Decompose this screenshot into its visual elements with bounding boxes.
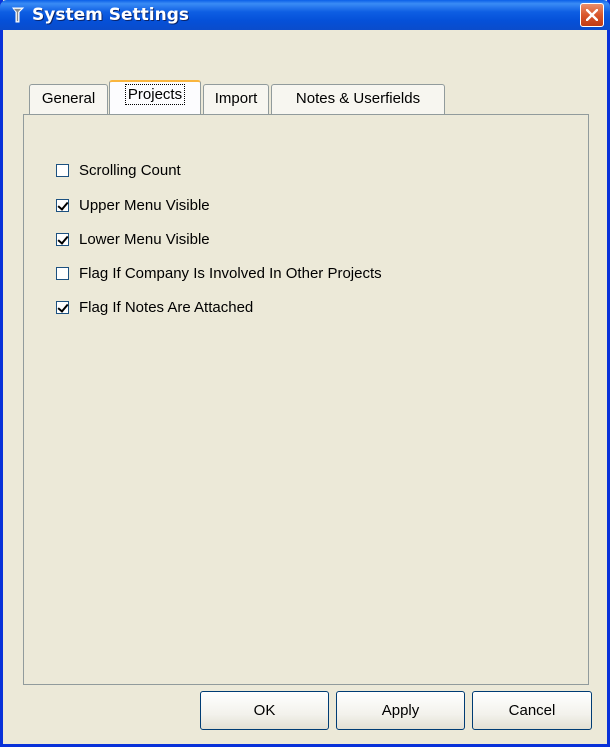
ok-button[interactable]: OK — [200, 691, 329, 730]
close-button[interactable] — [580, 3, 604, 27]
upper-menu-visible-checkbox[interactable]: Upper Menu Visible — [56, 195, 210, 215]
checkbox-label: Flag If Company Is Involved In Other Pro… — [79, 264, 382, 282]
tab-import-label: Import — [214, 90, 258, 107]
checkbox-label: Flag If Notes Are Attached — [79, 298, 254, 316]
flag-notes-attached-checkbox[interactable]: Flag If Notes Are Attached — [56, 297, 253, 317]
flag-company-other-projects-checkbox[interactable]: Flag If Company Is Involved In Other Pro… — [56, 263, 382, 283]
lower-menu-visible-checkbox[interactable]: Lower Menu Visible — [56, 229, 210, 249]
tab-projects[interactable]: Projects — [109, 80, 201, 114]
checkbox-label: Scrolling Count — [79, 161, 181, 179]
app-icon — [11, 6, 25, 24]
tab-import[interactable]: Import — [203, 84, 269, 114]
tab-notes-userfields-label: Notes & Userfields — [295, 90, 421, 107]
checkbox-label: Upper Menu Visible — [79, 196, 210, 214]
tab-general[interactable]: General — [29, 84, 108, 114]
checkbox-box[interactable] — [56, 300, 69, 314]
checkbox-box[interactable] — [56, 198, 69, 212]
close-icon — [586, 9, 598, 21]
window-title: System Settings — [32, 5, 189, 25]
checkbox-label: Lower Menu Visible — [79, 230, 210, 248]
system-settings-dialog: System Settings General Projects Import … — [0, 0, 610, 747]
checkbox-box[interactable] — [56, 232, 69, 246]
tab-general-label: General — [41, 90, 96, 107]
title-bar[interactable]: System Settings — [0, 0, 610, 30]
tab-notes-userfields[interactable]: Notes & Userfields — [271, 84, 445, 114]
cancel-button[interactable]: Cancel — [472, 691, 592, 730]
checkbox-box[interactable] — [56, 266, 69, 280]
apply-button[interactable]: Apply — [336, 691, 465, 730]
tab-projects-label: Projects — [124, 84, 186, 105]
checkbox-box[interactable] — [56, 163, 69, 177]
scrolling-count-checkbox[interactable]: Scrolling Count — [56, 160, 181, 180]
